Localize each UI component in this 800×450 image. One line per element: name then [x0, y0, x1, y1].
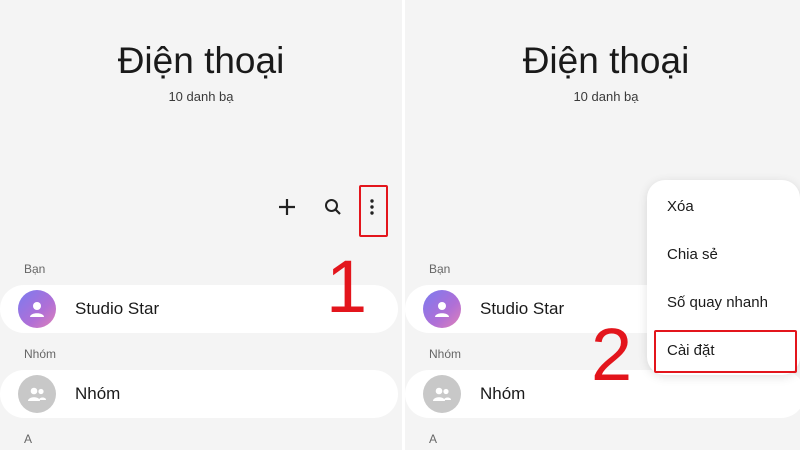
add-contact-button[interactable]	[272, 192, 302, 222]
highlight-settings-item	[654, 330, 797, 373]
menu-item-speed-dial[interactable]: Số quay nhanh	[667, 294, 768, 311]
group-icon	[28, 387, 46, 401]
section-label-a: A	[24, 432, 33, 446]
avatar	[423, 375, 461, 413]
step-number-1: 1	[326, 245, 368, 328]
page-title: Điện thoại	[522, 40, 690, 81]
right-screenshot-panel: Điện thoại 10 danh bạ Bạn Studio Star Nh…	[405, 0, 800, 450]
search-button[interactable]	[318, 192, 348, 222]
section-label-a: A	[429, 432, 438, 446]
menu-item-share[interactable]: Chia sẻ	[667, 246, 718, 263]
person-icon	[435, 302, 449, 317]
avatar	[423, 290, 461, 328]
group-icon	[433, 387, 451, 401]
page-title: Điện thoại	[117, 40, 285, 81]
left-screenshot-panel: Điện thoại 10 danh bạ Bạn Studio Star Nh…	[0, 0, 402, 450]
avatar	[18, 290, 56, 328]
group-name: Nhóm	[480, 384, 526, 403]
contact-count: 10 danh bạ	[573, 89, 639, 104]
contact-count: 10 danh bạ	[168, 89, 234, 104]
contact-name: Studio Star	[75, 299, 160, 318]
menu-item-delete[interactable]: Xóa	[667, 198, 694, 215]
group-name: Nhóm	[75, 384, 121, 403]
highlight-more-button	[359, 185, 388, 237]
section-label-groups: Nhóm	[429, 347, 462, 361]
section-label-friends: Bạn	[429, 262, 451, 276]
person-icon	[30, 302, 44, 317]
contact-name: Studio Star	[480, 299, 565, 318]
group-item[interactable]: Nhóm	[0, 370, 398, 418]
search-icon	[325, 199, 341, 215]
section-label-friends: Bạn	[24, 262, 46, 276]
avatar	[18, 375, 56, 413]
section-label-groups: Nhóm	[24, 347, 57, 361]
step-number-2: 2	[591, 313, 633, 396]
plus-icon	[279, 199, 295, 215]
